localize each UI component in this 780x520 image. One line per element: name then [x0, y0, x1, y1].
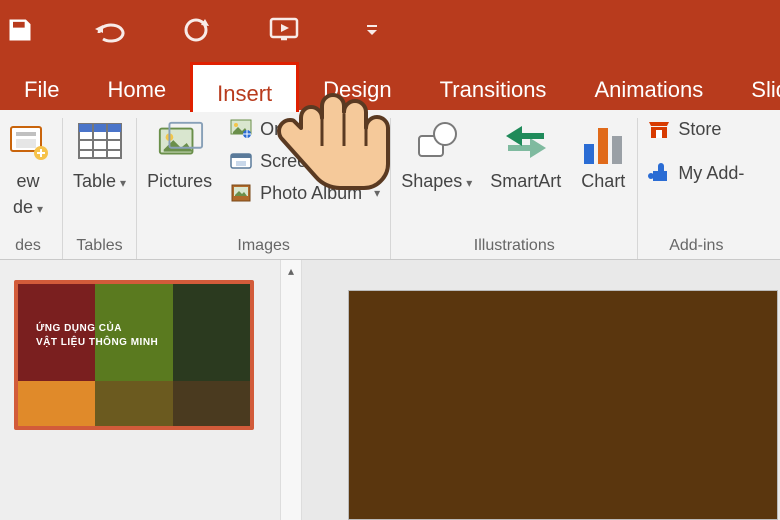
ribbon-tabs: File Home Insert Design Transitions Anim… — [0, 60, 780, 110]
thumb-title: ỨNG DỤNG CỦA VẬT LIỆU THÔNG MINH — [36, 322, 158, 350]
tab-transitions[interactable]: Transitions — [416, 60, 571, 110]
group-slides-label: des — [15, 237, 41, 255]
group-tables: Table Tables — [63, 118, 137, 259]
store-button[interactable]: Store — [648, 118, 721, 140]
tab-file[interactable]: File — [0, 60, 83, 110]
tab-home[interactable]: Home — [83, 60, 190, 110]
online-pictures-icon — [230, 118, 252, 140]
chart-button[interactable]: Chart — [579, 118, 627, 192]
table-icon — [76, 118, 124, 166]
photo-album-label: Photo Album — [260, 183, 362, 204]
group-addins: Store My Add- Add-ins — [638, 118, 754, 259]
group-illustrations: Shapes SmartArt Chart Illustrations — [391, 118, 638, 259]
new-slide-icon — [4, 118, 52, 166]
group-addins-label: Add-ins — [669, 237, 723, 255]
qat-more-button[interactable] — [352, 23, 392, 37]
table-button[interactable]: Table — [73, 118, 126, 192]
group-slides: ew de des — [0, 118, 63, 259]
save-button[interactable] — [0, 16, 40, 44]
screenshot-button[interactable]: Screenshot — [230, 150, 369, 172]
powerpoint-app: File Home Insert Design Transitions Anim… — [0, 0, 780, 520]
chart-label: Chart — [581, 172, 625, 192]
thumbnail-scrollbar[interactable]: ▴ — [280, 260, 302, 520]
shapes-label: Shapes — [401, 172, 472, 192]
chart-icon — [579, 118, 627, 166]
smartart-button[interactable]: SmartArt — [490, 118, 561, 192]
new-slide-button[interactable]: ew de — [4, 118, 52, 218]
ribbon: ew de des Table Tables — [0, 110, 780, 260]
my-addins-icon — [648, 162, 670, 184]
photo-album-icon — [230, 182, 252, 204]
tab-design[interactable]: Design — [299, 60, 415, 110]
new-slide-label-1: ew — [16, 172, 39, 192]
my-addins-label: My Add- — [678, 163, 744, 184]
redo-button[interactable] — [176, 15, 216, 45]
smartart-label: SmartArt — [490, 172, 561, 192]
start-from-beginning-button[interactable] — [264, 17, 304, 43]
tab-animations[interactable]: Animations — [570, 60, 727, 110]
editor-area: ỨNG DỤNG CỦA VẬT LIỆU THÔNG MINH ▴ — [0, 260, 780, 520]
tab-slideshow[interactable]: Slide Show — [727, 60, 780, 110]
current-slide[interactable] — [348, 290, 778, 520]
slide-thumbnail-1[interactable]: ỨNG DỤNG CỦA VẬT LIỆU THÔNG MINH — [14, 280, 254, 430]
addins-list: Store My Add- — [648, 118, 744, 184]
smartart-icon — [502, 118, 550, 166]
shapes-button[interactable]: Shapes — [401, 118, 472, 192]
pictures-label: Pictures — [147, 172, 212, 192]
photo-album-button[interactable]: Photo Album — [230, 182, 380, 204]
new-slide-label-2: de — [13, 198, 43, 218]
screenshot-label: Screenshot — [260, 151, 351, 172]
store-label: Store — [678, 119, 721, 140]
tab-insert[interactable]: Insert — [190, 62, 299, 112]
pictures-button[interactable]: Pictures — [147, 118, 212, 192]
my-addins-button[interactable]: My Add- — [648, 162, 744, 184]
slide-thumbnails-pane[interactable]: ỨNG DỤNG CỦA VẬT LIỆU THÔNG MINH — [0, 260, 280, 520]
table-label: Table — [73, 172, 126, 192]
online-pictures-label: Online — [260, 119, 312, 140]
store-icon — [648, 118, 670, 140]
online-pictures-button[interactable]: Online — [230, 118, 312, 140]
undo-button[interactable] — [88, 17, 128, 43]
pictures-icon — [156, 118, 204, 166]
slide-canvas-area — [302, 260, 780, 520]
screenshot-icon — [230, 150, 252, 172]
group-illustrations-label: Illustrations — [474, 237, 555, 255]
scroll-up-icon[interactable]: ▴ — [288, 264, 294, 278]
group-images: Pictures Online Screenshot — [137, 118, 391, 259]
quick-access-toolbar — [0, 0, 780, 60]
shapes-icon — [413, 118, 461, 166]
images-mini-list: Online Screenshot Photo Album — [230, 118, 380, 204]
group-images-label: Images — [237, 237, 289, 255]
group-tables-label: Tables — [76, 237, 122, 255]
